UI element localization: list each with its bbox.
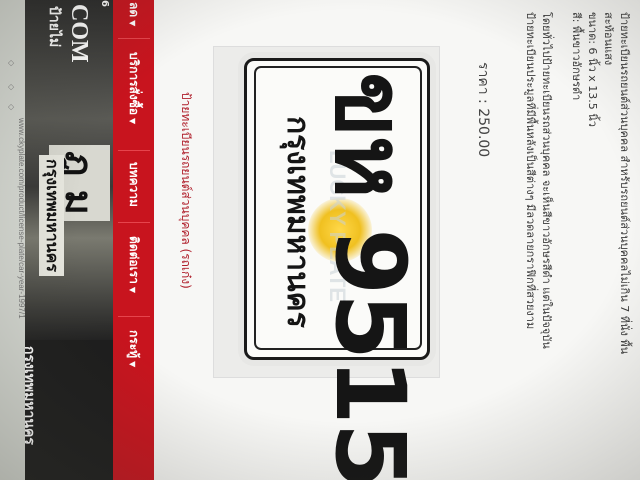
tab-icon[interactable]: ◇ <box>7 84 16 90</box>
nav-item-partial[interactable]: ลด▼ <box>124 2 143 26</box>
product-price: ราคา : 250.00 <box>475 62 491 158</box>
description-line: ป้ายทะเบียนประมูลที่มีพื้นหลังเป็นสีต่าง… <box>524 12 537 330</box>
chevron-down-icon: ▼ <box>128 20 137 27</box>
nav-divider <box>118 150 150 151</box>
banner-digit: 6 <box>99 0 110 7</box>
photo-stage: ป้ายทะเบียนรถยนต์ส่วนบุคคล สำหรับรถยนต์ส… <box>0 0 640 480</box>
chevron-down-icon: ▼ <box>128 286 137 294</box>
description-line: ขนาด: 6 นิ้ว x 13.5 นิ้ว <box>586 12 599 127</box>
plate-province: กรุงเทพมหานคร <box>280 116 315 328</box>
plate-number: ขห 9515 <box>314 72 426 480</box>
chevron-down-icon: ▼ <box>128 118 137 125</box>
description-line: โดยทั่วไปป้ายทะเบียนรถส่วนบุคคล จะเห็นสี… <box>540 12 553 349</box>
tab-icon[interactable]: ◇ <box>7 104 16 110</box>
web-page: ป้ายทะเบียนรถยนต์ส่วนบุคคล สำหรับรถยนต์ส… <box>0 0 640 480</box>
nav-item-services[interactable]: บริการสั่งซื้อ▼ <box>124 52 143 124</box>
banner-brand-sub: ป้ายไม่ <box>46 6 62 48</box>
address-url[interactable]: www.ckyplate.com/product/license-plate/c… <box>17 118 26 319</box>
description-line: สะท้อนแสง <box>602 12 615 66</box>
nav-divider <box>118 316 150 317</box>
description-line: สี: พื้นขาวอักษรดำ <box>570 12 583 101</box>
tab-icon[interactable]: ◇ <box>7 60 16 66</box>
banner-plate: ฎุ ม กรุงเทพมหานคร <box>39 145 110 345</box>
banner-plate-province: กรุงเทพมหานคร <box>39 155 64 276</box>
product-description: ป้ายทะเบียนรถยนต์ส่วนบุคคล สำหรับรถยนต์ส… <box>500 12 640 480</box>
nav-divider <box>118 38 150 39</box>
banner-brand: COM <box>66 4 92 63</box>
description-line: ป้ายทะเบียนรถยนต์ส่วนบุคคล สำหรับรถยนต์ส… <box>618 12 631 355</box>
nav-divider <box>118 222 150 223</box>
product-title: ป้ายทะเบียนรถยนต์ส่วนบุคคล (รถเก๋ง) <box>179 92 193 289</box>
nav-item-articles[interactable]: บทความ <box>124 162 143 207</box>
chevron-down-icon: ▼ <box>128 361 137 368</box>
nav-item-forum[interactable]: กระทู้▼ <box>124 330 143 367</box>
nav-item-contact[interactable]: ติดต่อเรา▼ <box>124 236 143 293</box>
